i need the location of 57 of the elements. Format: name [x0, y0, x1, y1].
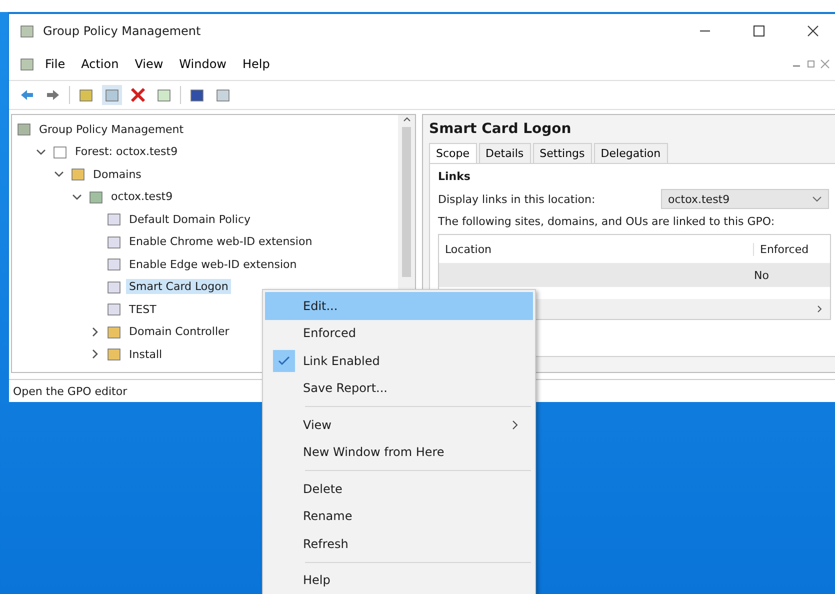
table-cell-text: No	[753, 268, 770, 282]
console-button[interactable]	[102, 85, 122, 105]
chevron-icon[interactable]	[36, 146, 46, 157]
restore-icon[interactable]	[806, 59, 816, 69]
status-text: Open the GPO editor	[13, 384, 128, 398]
cross-icon	[130, 87, 146, 103]
menu-item[interactable]: Window	[173, 55, 232, 73]
menu-item[interactable]: Action	[75, 55, 125, 73]
chevron-icon	[511, 420, 519, 430]
tab[interactable]: Settings	[532, 143, 592, 163]
menu-item[interactable]: Save Report...	[265, 374, 533, 402]
tree-item[interactable]: octox.test9	[108, 189, 176, 204]
tree-item[interactable]: Group Policy Management	[36, 122, 187, 137]
chevron-icon[interactable]	[54, 169, 64, 180]
close-icon[interactable]	[820, 59, 830, 69]
menu-item[interactable]: Help	[236, 55, 276, 73]
column-header[interactable]: Location	[439, 242, 753, 256]
menu-item[interactable]: View	[128, 55, 170, 73]
chevron-icon[interactable]	[72, 192, 82, 202]
menu-item[interactable]: Enforced	[265, 320, 533, 347]
menu-item[interactable]: Delete	[265, 475, 533, 502]
menu-item[interactable]: Link Enabled	[265, 347, 533, 374]
tree-item[interactable]: Enable Edge web-ID extension	[126, 256, 300, 272]
tree-item[interactable]: Install	[126, 346, 166, 362]
menu-item[interactable]: View	[265, 411, 533, 438]
left-arrow-icon	[19, 87, 35, 103]
tab[interactable]: Delegation	[594, 143, 668, 163]
tree-item[interactable]: Default Domain Policy	[126, 212, 254, 227]
close-icon	[807, 25, 819, 37]
right-arrow-icon	[45, 87, 61, 103]
panel-title: Smart Card Logon	[429, 121, 572, 137]
delete-button[interactable]	[128, 85, 148, 105]
tree-item[interactable]: Forest: octox.test9	[72, 144, 181, 160]
chevron-icon[interactable]	[90, 326, 100, 337]
window-title: Group Policy Management	[43, 24, 202, 38]
menu-item[interactable]: Refresh	[265, 530, 533, 558]
tree-item[interactable]: Smart Card Logon	[126, 279, 232, 294]
menu-item[interactable]: Help	[265, 566, 533, 594]
tree-item[interactable]: Enable Chrome web-ID extension	[126, 234, 316, 250]
menu-item[interactable]: Edit...	[265, 292, 533, 320]
location-dropdown[interactable]: octox.test9	[661, 189, 829, 209]
tree-item[interactable]: TEST	[126, 302, 160, 317]
chevron-icon[interactable]	[90, 349, 100, 360]
tree-item[interactable]: Domain Controller	[126, 324, 232, 340]
tree-item[interactable]: Domains	[90, 166, 144, 182]
menu-item[interactable]: Rename	[265, 502, 533, 530]
column-header[interactable]: Enforced	[753, 242, 830, 256]
description-text: The following sites, domains, and OUs are linked to this GPO:	[438, 215, 776, 228]
menu-item[interactable]: New Window from Here	[265, 438, 533, 466]
tab[interactable]: Details	[478, 143, 531, 163]
tab[interactable]: Scope	[429, 143, 477, 163]
maximize-icon	[753, 25, 765, 37]
menu-item[interactable]: File	[39, 55, 72, 73]
check-icon	[278, 356, 290, 366]
field-label: Display links in this location:	[438, 192, 596, 206]
section-heading: Links	[438, 170, 472, 183]
chevron-icon	[812, 195, 822, 203]
